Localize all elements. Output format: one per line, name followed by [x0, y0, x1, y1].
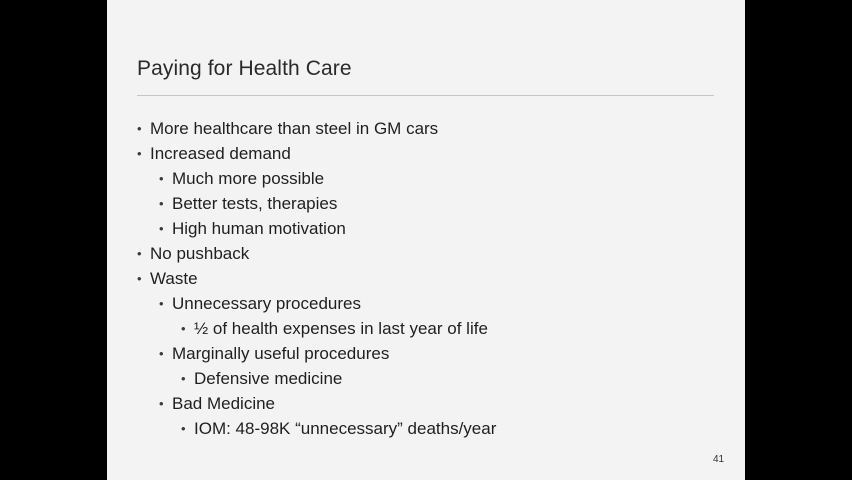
bullet-text: Unnecessary procedures	[172, 294, 361, 313]
sub-bullet-item: • Better tests, therapies	[137, 191, 697, 216]
sub-sub-bullet-item: • Defensive medicine	[137, 366, 697, 391]
title-divider	[137, 95, 714, 96]
bullet-dot-icon: •	[181, 371, 186, 386]
bullet-text: ½ of health expenses in last year of lif…	[194, 319, 488, 338]
bullet-text: Much more possible	[172, 169, 325, 188]
bullet-dot-icon: •	[137, 121, 142, 136]
bullet-item: • Waste	[137, 266, 697, 291]
sub-bullet-item: • Bad Medicine	[137, 391, 697, 416]
bullet-text: Increased demand	[150, 144, 291, 163]
bullet-text: Better tests, therapies	[172, 194, 338, 213]
bullet-dot-icon: •	[137, 146, 142, 161]
bullet-dot-icon: •	[159, 296, 164, 311]
sub-bullet-item: • Unnecessary procedures	[137, 291, 697, 316]
bullet-text: Defensive medicine	[194, 369, 343, 388]
bullet-dot-icon: •	[181, 321, 186, 336]
sub-bullet-item: • Much more possible	[137, 166, 697, 191]
slide-page-number: 41	[713, 454, 725, 465]
sub-bullet-item: • High human motivation	[137, 216, 697, 241]
bullet-text: More healthcare than steel in GM cars	[150, 119, 439, 138]
slide-title: Paying for Health Care	[137, 57, 352, 80]
bullet-text: Waste	[150, 269, 198, 288]
bullet-item: • No pushback	[137, 241, 697, 266]
bullet-text: No pushback	[150, 244, 250, 263]
bullet-dot-icon: •	[159, 221, 164, 236]
bullet-text: IOM: 48-98K “unnecessary” deaths/year	[194, 419, 497, 438]
bullet-item: • More healthcare than steel in GM cars	[137, 116, 697, 141]
bullet-dot-icon: •	[159, 196, 164, 211]
bullet-text: Marginally useful procedures	[172, 344, 390, 363]
sub-bullet-item: • Marginally useful procedures	[137, 341, 697, 366]
bullet-dot-icon: •	[159, 171, 164, 186]
bullet-dot-icon: •	[137, 246, 142, 261]
bullet-text: Bad Medicine	[172, 394, 276, 413]
bullet-item: • Increased demand	[137, 141, 697, 166]
bullet-dot-icon: •	[159, 346, 164, 361]
bullet-list: • More healthcare than steel in GM cars •…	[137, 116, 697, 441]
sub-sub-bullet-item: • ½ of health expenses in last year of li…	[137, 316, 697, 341]
bullet-dot-icon: •	[137, 271, 142, 286]
bullet-text: High human motivation	[172, 219, 346, 238]
bullet-dot-icon: •	[181, 421, 186, 436]
sub-sub-bullet-item: • IOM: 48-98K “unnecessary” deaths/year	[137, 416, 697, 441]
presentation-slide: Paying for Health Care • More healthcare …	[107, 0, 745, 480]
bullet-dot-icon: •	[159, 396, 164, 411]
